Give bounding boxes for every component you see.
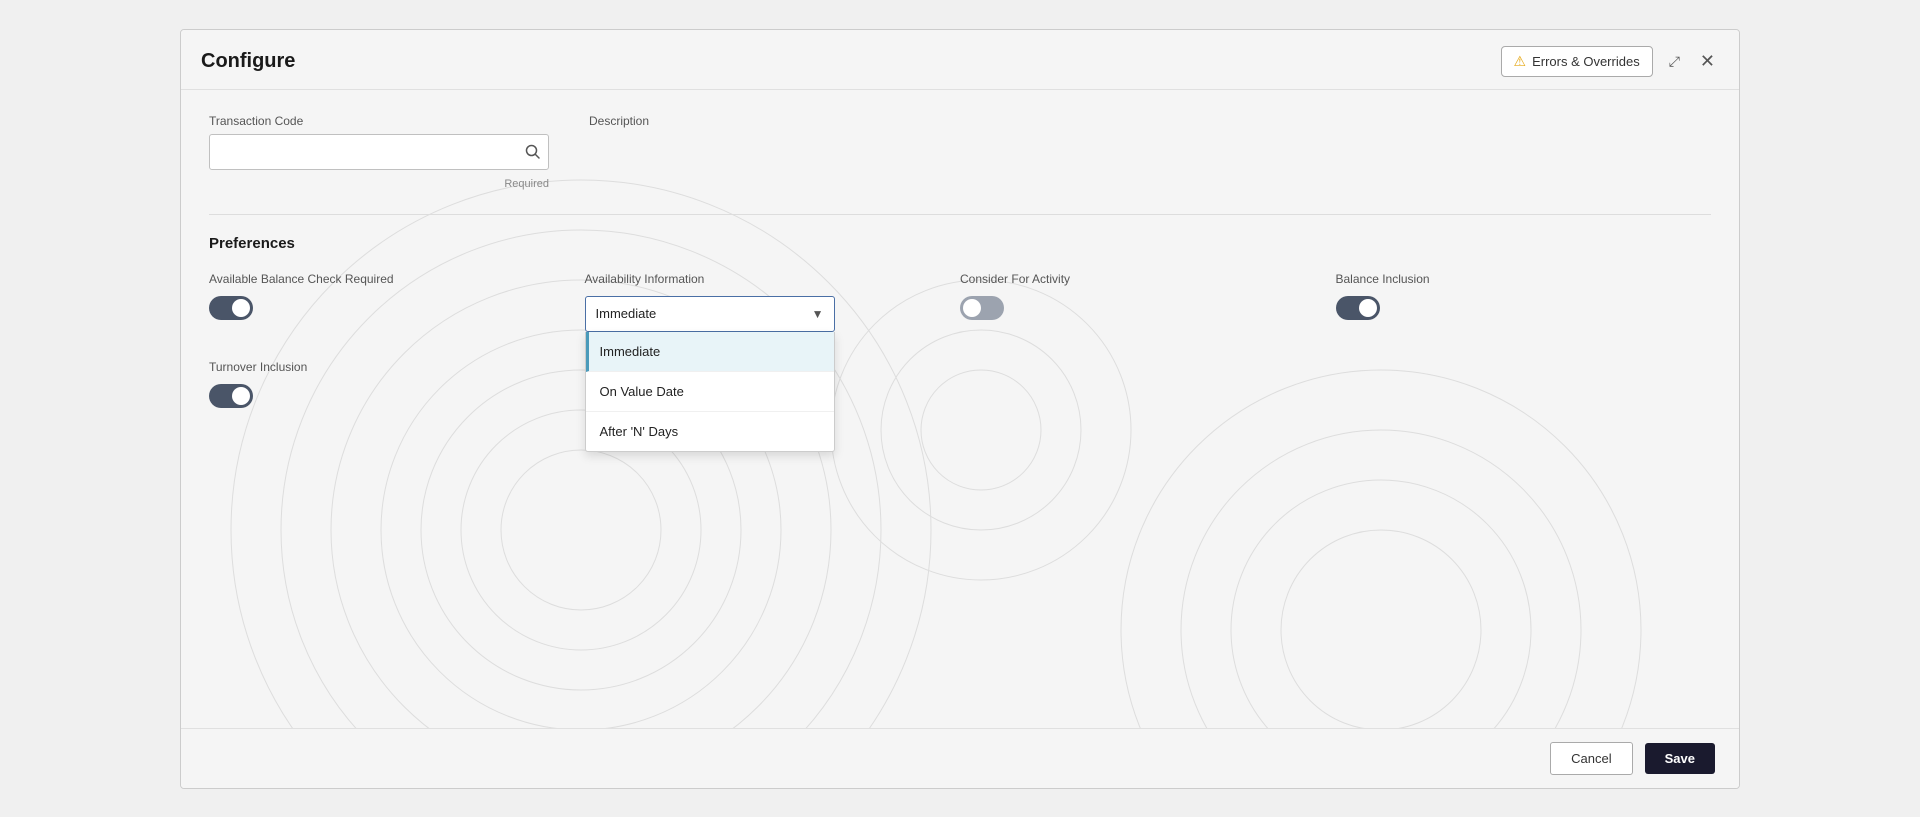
warning-icon: ⚠ <box>1514 53 1527 70</box>
save-button[interactable]: Save <box>1645 743 1715 774</box>
availability-info-dropdown[interactable]: Immediate ▼ <box>585 296 835 332</box>
errors-overrides-button[interactable]: ⚠ Errors & Overrides <box>1501 46 1653 77</box>
balance-inclusion-toggle[interactable] <box>1336 296 1380 320</box>
consider-for-activity-label: Consider For Activity <box>960 272 1336 286</box>
close-icon: ✕ <box>1700 51 1715 72</box>
consider-for-activity-toggle[interactable] <box>960 296 1004 320</box>
dropdown-option-on-value-date[interactable]: On Value Date <box>586 372 834 412</box>
availability-info-label: Availability Information <box>585 272 961 286</box>
chevron-down-icon: ▼ <box>812 307 824 321</box>
dropdown-option-after-n-days[interactable]: After 'N' Days <box>586 412 834 451</box>
close-button[interactable]: ✕ <box>1696 47 1719 76</box>
cancel-button[interactable]: Cancel <box>1550 742 1632 775</box>
transaction-code-input[interactable] <box>209 134 549 170</box>
availability-info-menu: Immediate On Value Date After 'N' Days <box>585 332 835 452</box>
transaction-code-field: Transaction Code Required <box>209 114 549 190</box>
consider-for-activity-pref: Consider For Activity <box>960 272 1336 320</box>
modal-title: Configure <box>201 50 295 73</box>
transaction-code-input-wrap <box>209 134 549 170</box>
dropdown-selected-value: Immediate <box>596 306 657 321</box>
search-icon <box>525 144 541 160</box>
available-balance-pref: Available Balance Check Required <box>209 272 585 320</box>
preferences-title: Preferences <box>209 235 1711 252</box>
modal-footer: Cancel Save <box>181 728 1739 788</box>
modal-body: Transaction Code Required Description <box>181 90 1739 731</box>
preferences-row: Available Balance Check Required Availab… <box>209 272 1711 332</box>
balance-inclusion-label: Balance Inclusion <box>1336 272 1712 286</box>
preferences-row-2: Turnover Inclusion <box>209 360 1711 408</box>
required-text: Required <box>209 178 549 190</box>
top-form-row: Transaction Code Required Description <box>209 114 1711 190</box>
turnover-inclusion-pref: Turnover Inclusion <box>209 360 585 408</box>
dropdown-option-immediate[interactable]: Immediate <box>586 332 834 372</box>
balance-inclusion-pref: Balance Inclusion <box>1336 272 1712 320</box>
modal-header: Configure ⚠ Errors & Overrides ⤢ ✕ <box>181 30 1739 90</box>
expand-button[interactable]: ⤢ <box>1665 49 1684 74</box>
header-actions: ⚠ Errors & Overrides ⤢ ✕ <box>1501 46 1720 77</box>
available-balance-label: Available Balance Check Required <box>209 272 585 286</box>
availability-info-dropdown-wrap: Immediate ▼ Immediate On Value Date A <box>585 296 835 332</box>
turnover-inclusion-toggle[interactable] <box>209 384 253 408</box>
turnover-inclusion-label: Turnover Inclusion <box>209 360 585 374</box>
expand-icon: ⤢ <box>1669 53 1680 70</box>
description-label: Description <box>589 114 1711 128</box>
description-field: Description <box>589 114 1711 190</box>
availability-info-pref: Availability Information Immediate ▼ Imm… <box>585 272 961 332</box>
section-divider <box>209 214 1711 215</box>
preferences-section: Preferences Available Balance Check Requ… <box>209 235 1711 408</box>
available-balance-toggle[interactable] <box>209 296 253 320</box>
transaction-code-label: Transaction Code <box>209 114 549 128</box>
configure-modal: Configure ⚠ Errors & Overrides ⤢ ✕ Trans… <box>180 29 1740 789</box>
search-button[interactable] <box>525 144 541 160</box>
